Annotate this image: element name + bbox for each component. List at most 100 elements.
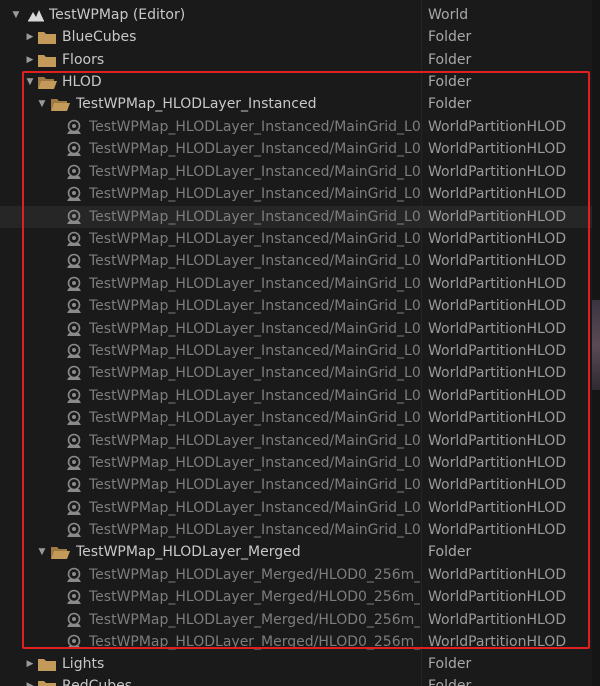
root-label: TestWPMap (Editor) <box>49 7 186 23</box>
tree-row-bluecubes[interactable]: ▶ BlueCubes Folder <box>0 26 592 48</box>
folder-label-bluecubes: BlueCubes <box>62 29 137 45</box>
tree-row-root[interactable]: ▼ TestWPMap (Editor) World <box>0 4 592 26</box>
hlod-actor-label: TestWPMap_HLODLayer_Instanced/MainGrid_L… <box>89 208 420 225</box>
hlod-actor-row[interactable]: TestWPMap_HLODLayer_Instanced/MainGrid_L… <box>0 228 592 250</box>
hlod-actor-row[interactable]: TestWPMap_HLODLayer_Instanced/MainGrid_L… <box>0 474 592 496</box>
hlod-actor-type: WorldPartitionHLOD <box>428 365 567 382</box>
hlod-actor-row[interactable]: TestWPMap_HLODLayer_Instanced/MainGrid_L… <box>0 519 592 541</box>
hlod-actor-icon <box>67 209 81 224</box>
folder-type-instanced: Folder <box>428 96 472 112</box>
hlod-actor-row[interactable]: TestWPMap_HLODLayer_Instanced/MainGrid_L… <box>0 273 592 295</box>
collapse-arrow-icon[interactable]: ▶ <box>24 26 36 48</box>
hlod-actor-type: WorldPartitionHLOD <box>428 589 567 606</box>
expand-arrow-icon[interactable]: ▼ <box>10 4 22 26</box>
hlod-actor-row[interactable]: TestWPMap_HLODLayer_Instanced/MainGrid_L… <box>0 430 592 452</box>
hlod-actor-row[interactable]: TestWPMap_HLODLayer_Instanced/MainGrid_L… <box>0 116 592 138</box>
hlod-actor-icon <box>67 119 81 134</box>
expand-arrow-icon[interactable]: ▼ <box>36 541 48 563</box>
folder-label-merged: TestWPMap_HLODLayer_Merged <box>76 544 301 560</box>
hlod-actor-label: TestWPMap_HLODLayer_Merged/HLOD0_256m_7 <box>89 589 420 606</box>
hlod-actor-label: TestWPMap_HLODLayer_Instanced/MainGrid_L… <box>89 365 420 382</box>
tree-row-lights[interactable]: ▶ Lights Folder <box>0 653 592 675</box>
folder-icon <box>38 32 56 44</box>
hlod-actor-row[interactable]: TestWPMap_HLODLayer_Instanced/MainGrid_L… <box>0 183 592 205</box>
hlod-actor-row[interactable]: TestWPMap_HLODLayer_Merged/HLOD0_256m_7 W… <box>0 586 592 608</box>
hlod-actor-icon <box>67 433 81 448</box>
hlod-actor-row[interactable]: TestWPMap_HLODLayer_Merged/HLOD0_256m_7 W… <box>0 631 592 653</box>
hlod-actor-row[interactable]: TestWPMap_HLODLayer_Instanced/MainGrid_L… <box>0 407 592 429</box>
hlod-actor-row[interactable]: TestWPMap_HLODLayer_Instanced/MainGrid_L… <box>0 205 592 228</box>
hlod-actor-row[interactable]: TestWPMap_HLODLayer_Instanced/MainGrid_L… <box>0 318 592 340</box>
hlod-actor-row[interactable]: TestWPMap_HLODLayer_Instanced/MainGrid_L… <box>0 362 592 384</box>
hlod-actor-type: WorldPartitionHLOD <box>428 253 567 270</box>
tree-row-hlodlayer-instanced[interactable]: ▼ TestWPMap_HLODLayer_Instanced Folder <box>0 93 592 115</box>
hlod-actor-type: WorldPartitionHLOD <box>428 477 567 494</box>
hlod-actor-row[interactable]: TestWPMap_HLODLayer_Instanced/MainGrid_L… <box>0 452 592 474</box>
folder-icon <box>38 55 56 67</box>
hlod-actor-type: WorldPartitionHLOD <box>428 163 567 180</box>
hlod-actor-label: TestWPMap_HLODLayer_Instanced/MainGrid_L… <box>89 186 420 203</box>
hlod-actor-icon <box>67 276 81 291</box>
tree-row-redcubes[interactable]: ▶ RedCubes Folder <box>0 675 592 686</box>
hlod-actor-type: WorldPartitionHLOD <box>428 231 567 247</box>
hlod-actor-label: TestWPMap_HLODLayer_Instanced/MainGrid_L… <box>89 522 420 539</box>
hlod-actor-icon <box>67 343 81 358</box>
hlod-actor-type: WorldPartitionHLOD <box>428 567 567 583</box>
hlod-actor-icon <box>67 455 81 470</box>
hlod-actor-label: TestWPMap_HLODLayer_Instanced/MainGrid_L… <box>89 320 420 337</box>
hlod-actor-type: WorldPartitionHLOD <box>428 141 567 158</box>
hlod-actor-label: TestWPMap_HLODLayer_Instanced/MainGrid_L… <box>89 298 420 315</box>
hlod-actor-row[interactable]: TestWPMap_HLODLayer_Instanced/MainGrid_L… <box>0 250 592 272</box>
expand-arrow-icon[interactable]: ▼ <box>36 93 48 115</box>
folder-type-redcubes: Folder <box>428 678 472 686</box>
hlod-actor-type: WorldPartitionHLOD <box>428 343 567 359</box>
folder-open-icon <box>51 99 70 111</box>
folder-label-hlod: HLOD <box>62 74 102 90</box>
world-icon <box>28 10 44 22</box>
folder-type-lights: Folder <box>428 656 472 672</box>
hlod-actor-row[interactable]: TestWPMap_HLODLayer_Instanced/MainGrid_L… <box>0 340 592 362</box>
hlod-actor-row[interactable]: TestWPMap_HLODLayer_Instanced/MainGrid_L… <box>0 161 592 183</box>
hlod-actor-row[interactable]: TestWPMap_HLODLayer_Instanced/MainGrid_L… <box>0 138 592 160</box>
hlod-actor-label: TestWPMap_HLODLayer_Instanced/MainGrid_L… <box>89 477 420 494</box>
hlod-actor-label: TestWPMap_HLODLayer_Instanced/MainGrid_L… <box>89 410 420 427</box>
hlod-actor-icon <box>67 634 81 650</box>
folder-open-icon <box>38 77 57 89</box>
hlod-actor-label: TestWPMap_HLODLayer_Instanced/MainGrid_L… <box>89 119 420 135</box>
hlod-actor-type: WorldPartitionHLOD <box>428 208 567 225</box>
hlod-actor-row[interactable]: TestWPMap_HLODLayer_Instanced/MainGrid_L… <box>0 385 592 407</box>
hlod-actor-type: WorldPartitionHLOD <box>428 611 567 628</box>
hlod-actor-row[interactable]: TestWPMap_HLODLayer_Merged/HLOD0_256m_7 W… <box>0 609 592 631</box>
hlod-actor-row[interactable]: TestWPMap_HLODLayer_Instanced/MainGrid_L… <box>0 295 592 317</box>
hlod-actor-icon <box>67 388 81 403</box>
collapse-arrow-icon[interactable]: ▶ <box>24 49 36 71</box>
expand-arrow-icon[interactable]: ▼ <box>24 71 36 93</box>
hlod-actor-icon <box>67 410 81 426</box>
hlod-actor-icon <box>67 500 81 515</box>
hlod-actor-type: WorldPartitionHLOD <box>428 387 567 404</box>
hlod-actor-label: TestWPMap_HLODLayer_Merged/HLOD0_256m_7 <box>89 611 420 628</box>
tree-row-hlod[interactable]: ▼ HLOD Folder <box>0 71 592 93</box>
folder-type-merged: Folder <box>428 544 472 560</box>
hlod-actor-type: WorldPartitionHLOD <box>428 275 567 292</box>
hlod-actor-icon <box>67 231 81 246</box>
hlod-actor-row[interactable]: TestWPMap_HLODLayer_Instanced/MainGrid_L… <box>0 497 592 519</box>
hlod-actor-type: WorldPartitionHLOD <box>428 186 567 203</box>
scrollbar-track[interactable] <box>592 0 600 686</box>
root-type: World <box>428 7 469 23</box>
hlod-actor-type: WorldPartitionHLOD <box>428 522 567 539</box>
folder-label-redcubes: RedCubes <box>62 678 133 686</box>
collapse-arrow-icon[interactable]: ▶ <box>24 653 36 675</box>
folder-type-hlod: Folder <box>428 74 472 90</box>
folder-label-lights: Lights <box>62 656 105 672</box>
hlod-actor-type: WorldPartitionHLOD <box>428 432 567 449</box>
hlod-actor-icon <box>67 522 81 538</box>
hlod-actor-icon <box>67 590 81 605</box>
tree-row-floors[interactable]: ▶ Floors Folder <box>0 49 592 71</box>
tree-row-hlodlayer-merged[interactable]: ▼ TestWPMap_HLODLayer_Merged Folder <box>0 541 592 563</box>
hlod-actor-row[interactable]: TestWPMap_HLODLayer_Merged/HLOD0_256m_7 W… <box>0 564 592 586</box>
folder-label-instanced: TestWPMap_HLODLayer_Instanced <box>76 96 317 112</box>
hlod-actor-icon <box>67 186 81 202</box>
collapse-arrow-icon[interactable]: ▶ <box>24 675 36 686</box>
scrollbar-thumb[interactable] <box>592 300 600 390</box>
